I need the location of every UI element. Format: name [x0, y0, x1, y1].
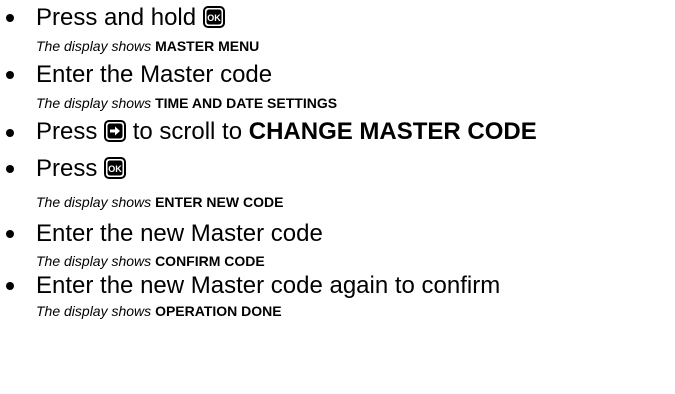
step-text: Press to scroll to CHANGE MASTER CODE [36, 118, 537, 146]
display-message: OPERATION DONE [155, 303, 282, 319]
display-note-intro: The display shows [36, 303, 152, 319]
bullet-icon [6, 14, 14, 22]
step-text: Enter the Master code [36, 61, 272, 89]
display-note-intro: The display shows [36, 38, 152, 54]
svg-text:OK: OK [108, 164, 122, 174]
step-text-before: Press and hold [36, 4, 197, 31]
bullet-icon [6, 129, 14, 137]
bullet-icon [6, 71, 14, 79]
step-text-before: Enter the new Master code [36, 220, 323, 247]
step-text-before: Enter the new Master code again to confi… [36, 272, 501, 299]
menu-option: CHANGE MASTER CODE [248, 118, 537, 145]
bullet-icon [6, 230, 14, 238]
right-arrow-key-icon [104, 119, 127, 142]
svg-text:OK: OK [207, 13, 221, 23]
ok-key-icon: OK [202, 5, 225, 28]
step-text: Press OK [36, 155, 127, 183]
display-message: MASTER MENU [155, 38, 260, 54]
display-note-intro: The display shows [36, 194, 152, 210]
display-note: The display shows CONFIRM CODE [36, 252, 265, 270]
bullet-icon [6, 165, 14, 173]
bullet-icon [6, 282, 14, 290]
step-text-before: Press [36, 155, 98, 182]
display-note: The display shows ENTER NEW CODE [36, 193, 283, 211]
display-note: The display shows MASTER MENU [36, 37, 259, 55]
step-text-after: to scroll to [132, 118, 243, 145]
display-note-intro: The display shows [36, 95, 152, 111]
display-note-intro: The display shows [36, 253, 152, 269]
display-message: ENTER NEW CODE [155, 194, 284, 210]
step-text-before: Press [36, 118, 98, 145]
step-text-before: Enter the Master code [36, 61, 273, 88]
ok-key-icon: OK [104, 156, 127, 179]
step-text: Press and hold OK [36, 4, 225, 32]
step-text: Enter the new Master code [36, 220, 323, 248]
display-note: The display shows TIME AND DATE SETTINGS [36, 94, 337, 112]
display-message: CONFIRM CODE [155, 253, 265, 269]
display-message: TIME AND DATE SETTINGS [155, 95, 338, 111]
step-text: Enter the new Master code again to confi… [36, 272, 500, 300]
display-note: The display shows OPERATION DONE [36, 302, 282, 320]
